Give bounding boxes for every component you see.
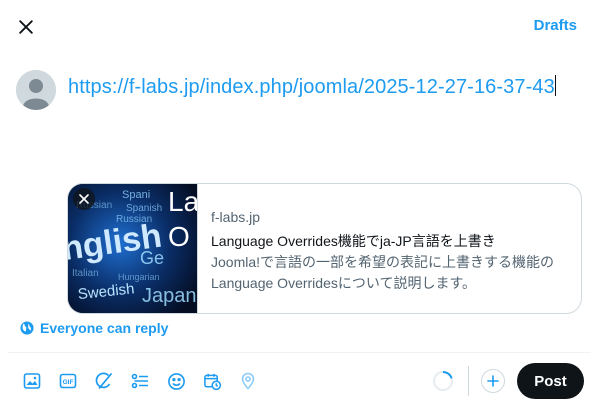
poll-icon <box>131 373 148 389</box>
post-button[interactable]: Post <box>517 363 584 399</box>
compose-textarea[interactable]: https://f-labs.jp/index.php/joomla/2025-… <box>68 74 573 101</box>
svg-text:Ge: Ge <box>140 248 164 268</box>
svg-text:Japan: Japan <box>142 285 197 307</box>
image-icon <box>23 373 41 389</box>
grok-button[interactable] <box>86 366 122 396</box>
character-count-ring <box>433 370 453 391</box>
compose-text: https://f-labs.jp/index.php/joomla/2025-… <box>68 76 555 98</box>
svg-text:O: O <box>168 221 190 252</box>
divider <box>8 352 591 353</box>
link-card-title: Language Overrides機能でja-JP言語を上書き <box>211 233 496 249</box>
close-icon <box>79 194 89 204</box>
link-card-domain: f-labs.jp <box>211 209 261 225</box>
reply-setting-button[interactable]: Everyone can reply <box>20 320 168 336</box>
link-preview-card[interactable]: Spani Russian Spanish Russian nglish Ge … <box>67 183 582 314</box>
emoji-icon <box>167 372 185 390</box>
add-post-button[interactable] <box>481 369 505 393</box>
close-button[interactable] <box>10 11 42 43</box>
close-icon <box>19 20 33 34</box>
grok-icon <box>95 372 113 390</box>
svg-text:La: La <box>168 186 198 217</box>
gif-icon: GIF <box>59 373 77 389</box>
add-gif-button[interactable]: GIF <box>50 366 86 396</box>
plus-icon <box>487 375 499 387</box>
svg-text:GIF: GIF <box>63 379 74 386</box>
toolbar-separator <box>468 366 469 396</box>
link-card-thumbnail: Spani Russian Spanish Russian nglish Ge … <box>68 184 198 313</box>
link-card-description: Joomla!で言語の一部を希望の表記に上書きする機能のLanguage Ove… <box>211 254 555 291</box>
svg-text:Spanish: Spanish <box>126 203 162 214</box>
text-caret <box>554 75 556 96</box>
svg-text:Italian: Italian <box>72 268 99 279</box>
link-card-body: f-labs.jp Language Overrides機能でja-JP言語を上… <box>198 184 581 313</box>
schedule-icon <box>203 373 221 390</box>
drafts-button[interactable]: Drafts <box>534 17 577 34</box>
add-poll-button[interactable] <box>122 366 158 396</box>
globe-icon <box>20 321 34 335</box>
schedule-button[interactable] <box>194 366 230 396</box>
remove-card-button[interactable] <box>73 188 95 210</box>
add-media-button[interactable] <box>14 366 50 396</box>
tag-location-button[interactable] <box>230 366 266 396</box>
reply-setting-label: Everyone can reply <box>40 320 169 336</box>
add-emoji-button[interactable] <box>158 366 194 396</box>
default-avatar-icon <box>16 70 56 110</box>
svg-text:Spani: Spani <box>122 189 150 201</box>
location-icon <box>241 372 255 390</box>
compose-toolbar: GIF <box>14 366 266 396</box>
avatar <box>16 70 56 110</box>
